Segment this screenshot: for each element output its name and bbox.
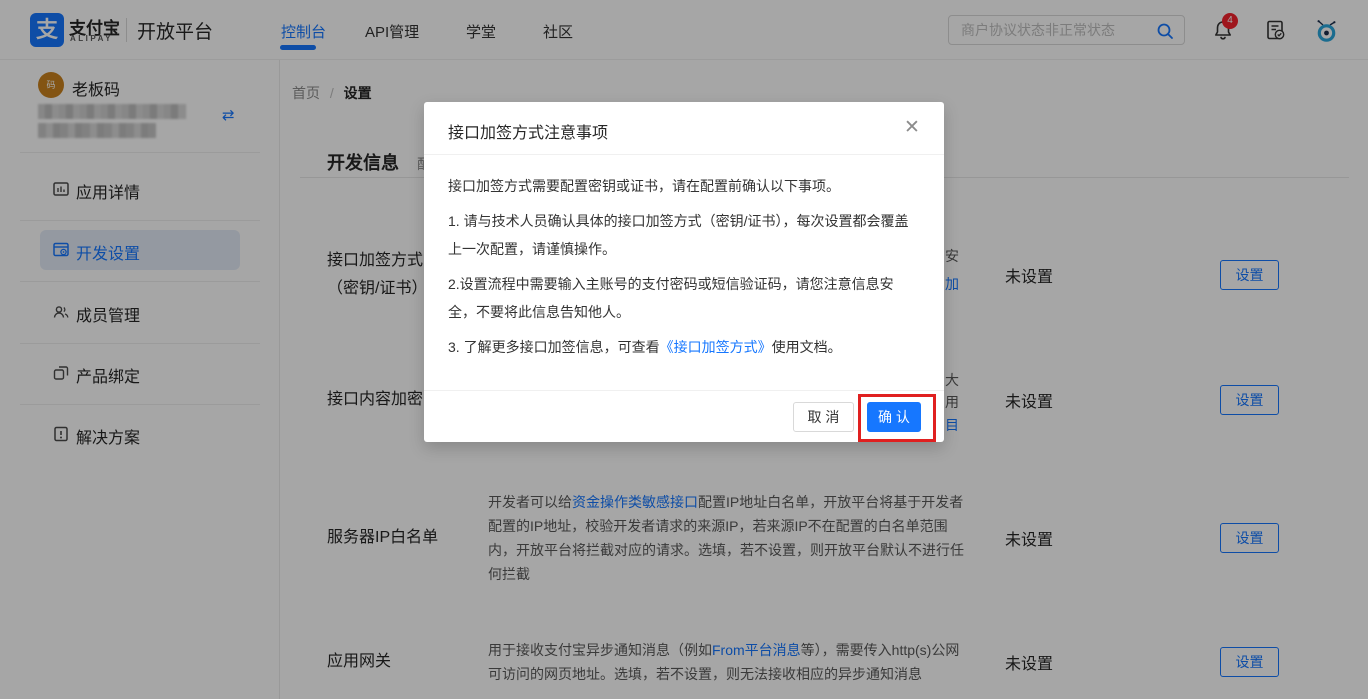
modal-intro: 接口加签方式需要配置密钥或证书，请在配置前确认以下事项。: [448, 178, 840, 194]
modal-item-2: 2.设置流程中需要输入主账号的支付密码或短信验证码，请您注意信息安全，不要将此信…: [448, 276, 894, 320]
modal-header: 接口加签方式注意事项 ✕: [424, 102, 944, 155]
modal-item-1: 1. 请与技术人员确认具体的接口加签方式（密钥/证书），每次设置都会覆盖上一次配…: [448, 213, 909, 257]
sign-method-doc-link[interactable]: 《接口加签方式》: [660, 339, 772, 355]
modal-body: 接口加签方式需要配置密钥或证书，请在配置前确认以下事项。 1. 请与技术人员确认…: [424, 155, 944, 368]
close-icon[interactable]: ✕: [900, 116, 924, 140]
confirm-button[interactable]: 确 认: [867, 402, 921, 432]
modal-item-3: 3. 了解更多接口加签信息，可查看《接口加签方式》使用文档。: [448, 339, 842, 355]
modal-footer: 取 消 确 认: [424, 390, 944, 442]
alipay-open-platform-page: 支 支付宝 ALIPAY 开放平台 控制台 API管理 学堂 社区 4 码 老板…: [0, 0, 1368, 699]
sign-method-notice-dialog: 接口加签方式注意事项 ✕ 接口加签方式需要配置密钥或证书，请在配置前确认以下事项…: [424, 102, 944, 442]
cancel-button[interactable]: 取 消: [793, 402, 854, 432]
modal-title: 接口加签方式注意事项: [448, 125, 609, 142]
